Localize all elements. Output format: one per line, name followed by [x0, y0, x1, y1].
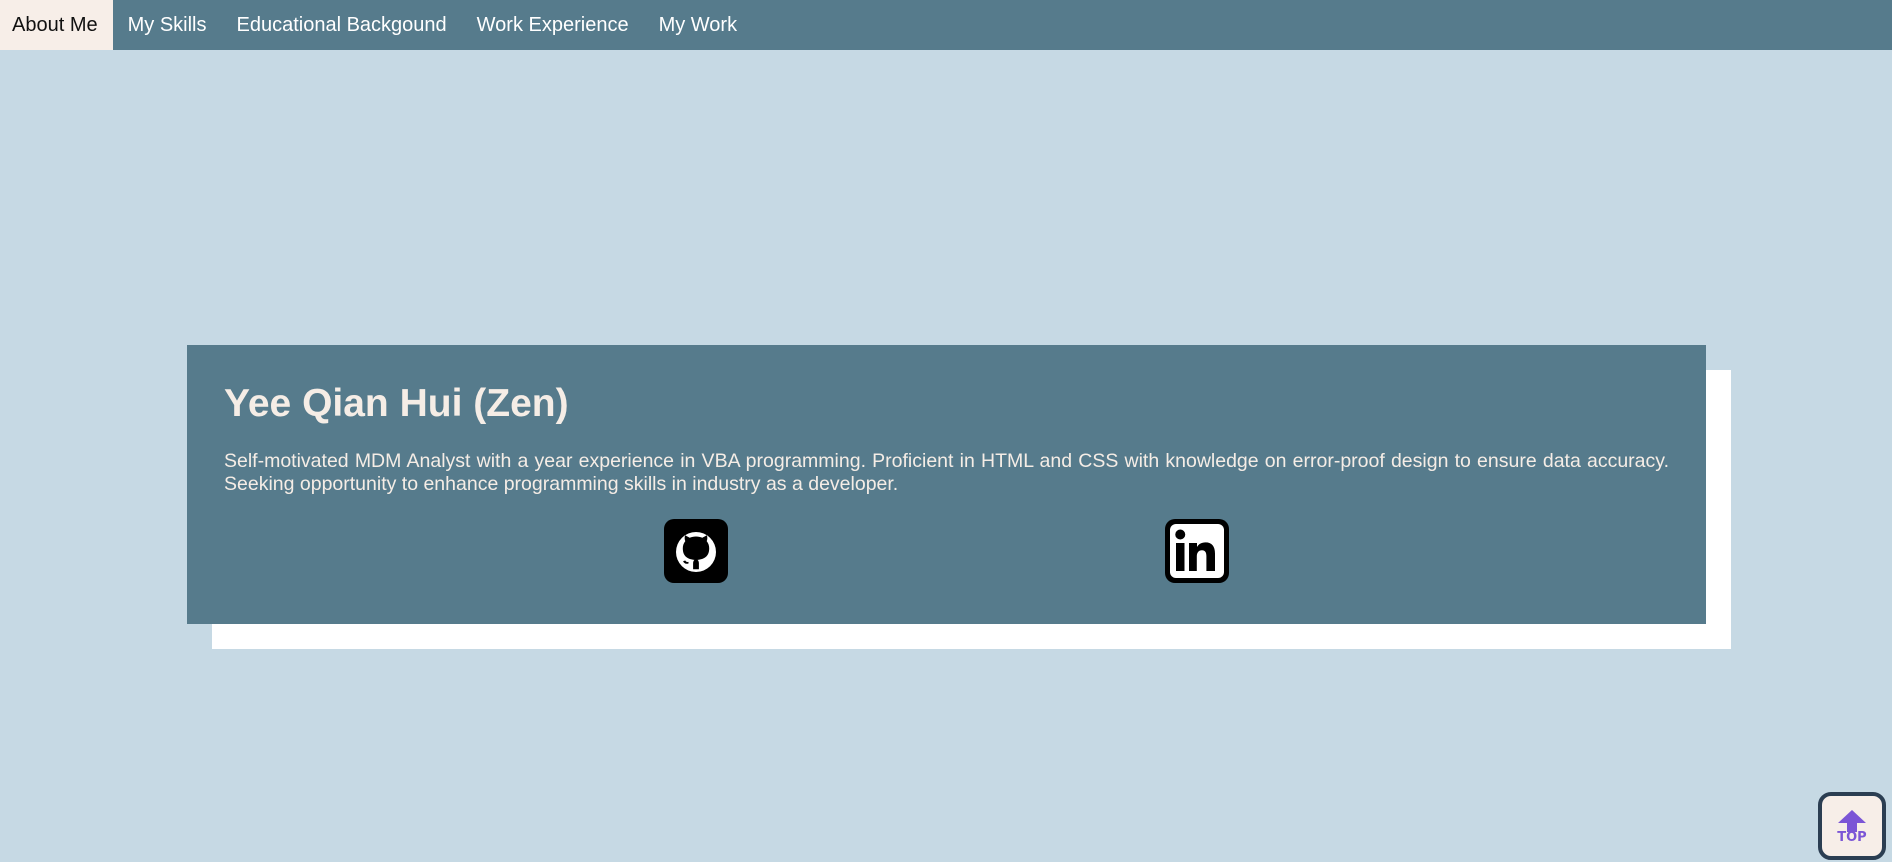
profile-summary: Self-motivated MDM Analyst with a year e… [224, 449, 1669, 495]
github-icon [664, 519, 728, 583]
linkedin-icon [1165, 519, 1229, 583]
back-to-top-button[interactable]: TOP [1818, 792, 1886, 860]
nav-item-educational-background[interactable]: Educational Backgound [222, 0, 462, 50]
nav-item-about-me[interactable]: About Me [0, 0, 113, 50]
nav-item-my-work[interactable]: My Work [644, 0, 753, 50]
top-navbar: About Me My Skills Educational Backgound… [0, 0, 1892, 50]
github-link[interactable] [664, 519, 728, 583]
nav-item-work-experience[interactable]: Work Experience [462, 0, 644, 50]
nav-item-my-skills[interactable]: My Skills [113, 0, 222, 50]
top-label: TOP [1837, 829, 1867, 845]
profile-name: Yee Qian Hui (Zen) [224, 382, 569, 425]
linkedin-link[interactable] [1165, 519, 1229, 583]
profile-card: Yee Qian Hui (Zen) Self-motivated MDM An… [187, 345, 1706, 624]
arrow-up-icon [1838, 809, 1866, 832]
